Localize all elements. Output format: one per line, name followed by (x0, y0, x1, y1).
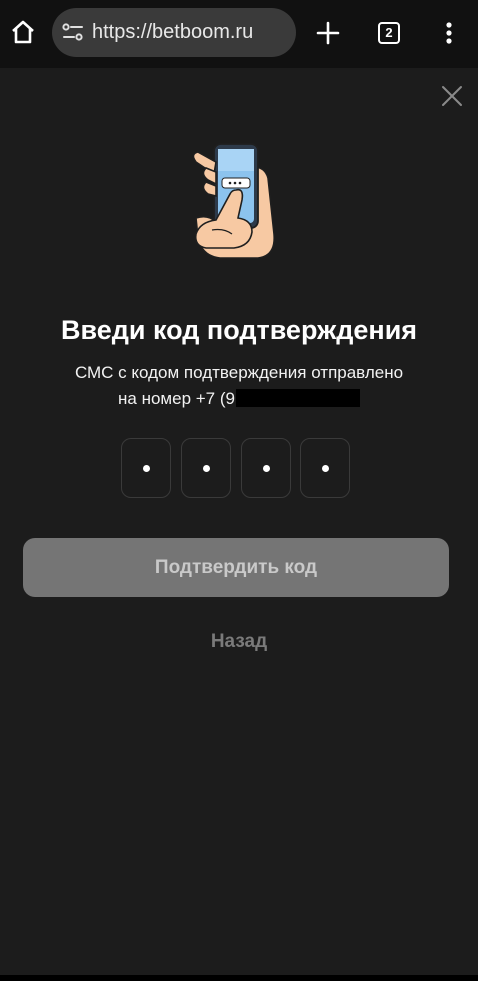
url-text: https://betboom.ru (92, 21, 254, 43)
code-placeholder-dot (202, 464, 210, 472)
code-input-group (121, 438, 351, 498)
home-icon[interactable] (6, 14, 40, 50)
close-icon[interactable] (438, 82, 466, 110)
sms-info-line-1: СМС с кодом подтверждения отправлено (74, 363, 404, 382)
code-placeholder-dot (321, 464, 329, 472)
phone-in-hand-illustration (186, 138, 286, 262)
browser-toolbar: https://betboom.ru 2 (0, 0, 478, 68)
code-input-4[interactable] (300, 438, 350, 498)
site-settings-icon[interactable] (62, 20, 84, 44)
code-placeholder-dot (262, 464, 270, 472)
phone-number-prefix: на номер +7 (9 (118, 389, 235, 408)
back-button[interactable]: Назад (0, 628, 478, 656)
code-input-1[interactable] (121, 438, 171, 498)
tabs-icon[interactable]: 2 (372, 16, 406, 50)
code-input-3[interactable] (241, 438, 291, 498)
confirm-code-button[interactable]: Подтвердить код (23, 538, 449, 597)
code-placeholder-dot (142, 464, 150, 472)
system-navigation-bar (0, 975, 478, 981)
code-input-2[interactable] (181, 438, 231, 498)
page-title: Введи код подтверждения (60, 315, 418, 345)
sms-info-line-2: на номер +7 (9 (0, 386, 478, 412)
plus-icon[interactable] (312, 16, 344, 50)
redacted-phone-number (235, 389, 360, 407)
address-bar[interactable]: https://betboom.ru (52, 8, 296, 57)
sms-info-text: СМС с кодом подтверждения отправлено на … (0, 360, 478, 412)
tab-count: 2 (378, 22, 400, 44)
more-vert-icon[interactable] (434, 16, 464, 50)
